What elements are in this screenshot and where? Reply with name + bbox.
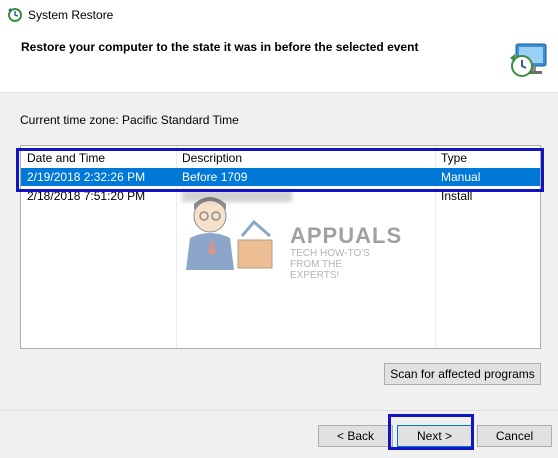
page-title: Restore your computer to the state it wa… <box>21 40 419 54</box>
scan-affected-programs-button[interactable]: Scan for affected programs <box>384 363 541 385</box>
watermark-tagline: TECH HOW-TO'S FROM THE EXPERTS! <box>290 248 370 281</box>
cancel-button[interactable]: Cancel <box>477 425 552 447</box>
watermark-brand: APPUALS <box>290 223 403 248</box>
system-restore-icon <box>8 8 22 22</box>
selection-highlight-box <box>16 148 544 192</box>
title-bar: System Restore <box>0 0 558 30</box>
mascot-icon <box>186 197 273 270</box>
watermark: APPUALS TECH HOW-TO'S FROM THE EXPERTS! <box>182 188 401 281</box>
restore-computer-icon <box>510 43 547 77</box>
back-button[interactable]: < Back <box>318 425 393 447</box>
next-highlight-box <box>388 414 474 450</box>
timezone-label: Current time zone: Pacific Standard Time <box>20 113 239 127</box>
window-title: System Restore <box>28 8 114 22</box>
footer-divider <box>0 410 558 411</box>
dialog-header: Restore your computer to the state it wa… <box>0 30 558 93</box>
